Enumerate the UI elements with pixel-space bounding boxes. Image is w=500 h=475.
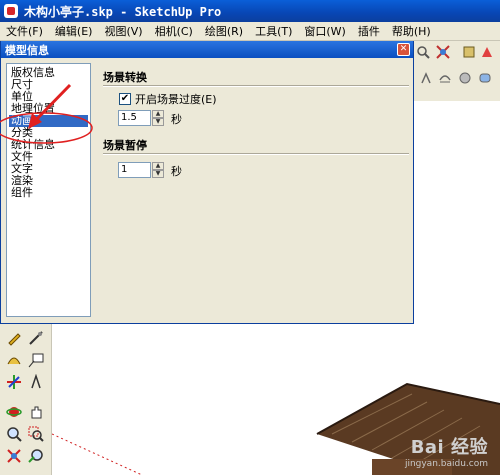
axes-icon[interactable]: [4, 372, 24, 392]
menu-file[interactable]: 文件(F): [0, 23, 49, 39]
menu-tools[interactable]: 工具(T): [249, 23, 298, 39]
menu-draw[interactable]: 绘图(R): [199, 23, 249, 39]
previous-view-icon[interactable]: [26, 446, 46, 466]
watermark: Bai 经验 jingyan.baidu.com: [405, 433, 488, 469]
pencil-icon[interactable]: [4, 328, 24, 348]
transition-time-input[interactable]: 1.5: [118, 110, 151, 126]
delay-time-input[interactable]: 1: [118, 162, 151, 178]
scene-delay-heading: 场景暂停: [103, 139, 147, 152]
menu-edit[interactable]: 编辑(E): [49, 23, 99, 39]
category-list: 版权信息 尺寸 单位 地理位置 动画 分类 统计信息 文件 文字 渲染 组件: [6, 63, 91, 317]
orbit-icon[interactable]: [4, 402, 24, 422]
model-info-dialog: 模型信息 ✕ 版权信息 尺寸 单位 地理位置 动画 分类 统计信息 文件 文字 …: [0, 41, 414, 324]
protractor-icon[interactable]: [4, 350, 24, 370]
menu-camera[interactable]: 相机(C): [149, 23, 199, 39]
drawing-canvas[interactable]: Bai 经验 jingyan.baidu.com: [51, 324, 500, 475]
delay-time-unit: 秒: [171, 165, 182, 178]
arc-icon[interactable]: [418, 69, 436, 87]
zoom-extents-icon[interactable]: [4, 446, 24, 466]
model-icon[interactable]: [460, 43, 478, 61]
window-title: 木构小亭子.skp - SketchUp Pro: [24, 4, 222, 19]
category-components[interactable]: 组件: [9, 187, 88, 199]
scene-delay-divider: [103, 153, 409, 155]
enable-transition-label[interactable]: 开启场景过度(E): [135, 91, 217, 107]
text-icon[interactable]: [26, 350, 46, 370]
enable-transition-row: ✔ 开启场景过度(E): [119, 91, 217, 107]
zoom-window-icon[interactable]: [26, 424, 46, 444]
spin-up-icon[interactable]: ▲: [152, 162, 164, 170]
scene-transition-divider: [103, 85, 409, 87]
dimension-icon[interactable]: [26, 372, 46, 392]
shape-icon[interactable]: [478, 43, 496, 61]
right-toolbar: [412, 41, 500, 101]
sketchup-app-icon: [4, 4, 18, 18]
zoom-extents-icon[interactable]: [434, 43, 452, 61]
spin-down-icon[interactable]: ▼: [152, 118, 164, 126]
dialog-title-bar[interactable]: 模型信息 ✕: [1, 41, 413, 58]
watermark-main: Bai 经验: [410, 437, 488, 458]
close-icon[interactable]: ✕: [397, 43, 410, 56]
dialog-title: 模型信息: [5, 43, 49, 57]
spin-down-icon[interactable]: ▼: [152, 170, 164, 178]
push-pull-icon[interactable]: [456, 69, 474, 87]
zoom-icon[interactable]: [414, 43, 432, 61]
watermark-url: jingyan.baidu.com: [404, 459, 488, 469]
menu-view[interactable]: 视图(V): [98, 23, 148, 39]
transition-time-spinner: 1.5 ▲ ▼: [118, 110, 166, 126]
zoom-icon[interactable]: [4, 424, 24, 444]
follow-me-icon[interactable]: [476, 69, 494, 87]
main-title-bar: 木构小亭子.skp - SketchUp Pro: [0, 0, 500, 22]
menu-help[interactable]: 帮助(H): [386, 23, 437, 39]
pan-icon[interactable]: [26, 402, 46, 422]
tape-measure-icon[interactable]: [26, 328, 46, 348]
left-toolbar: [0, 324, 52, 475]
menubar: 文件(F) 编辑(E) 视图(V) 相机(C) 绘图(R) 工具(T) 窗口(W…: [0, 22, 500, 41]
scene-transition-heading: 场景转换: [103, 71, 147, 84]
rotate-icon[interactable]: [436, 69, 454, 87]
delay-time-spinner: 1 ▲ ▼: [118, 162, 166, 178]
enable-transition-checkbox[interactable]: ✔: [119, 93, 131, 105]
menu-window[interactable]: 窗口(W): [298, 23, 351, 39]
transition-time-stepper: ▲ ▼: [152, 110, 164, 126]
menu-plugins[interactable]: 插件: [352, 23, 386, 39]
spin-up-icon[interactable]: ▲: [152, 110, 164, 118]
delay-time-stepper: ▲ ▼: [152, 162, 164, 178]
transition-time-unit: 秒: [171, 113, 182, 126]
